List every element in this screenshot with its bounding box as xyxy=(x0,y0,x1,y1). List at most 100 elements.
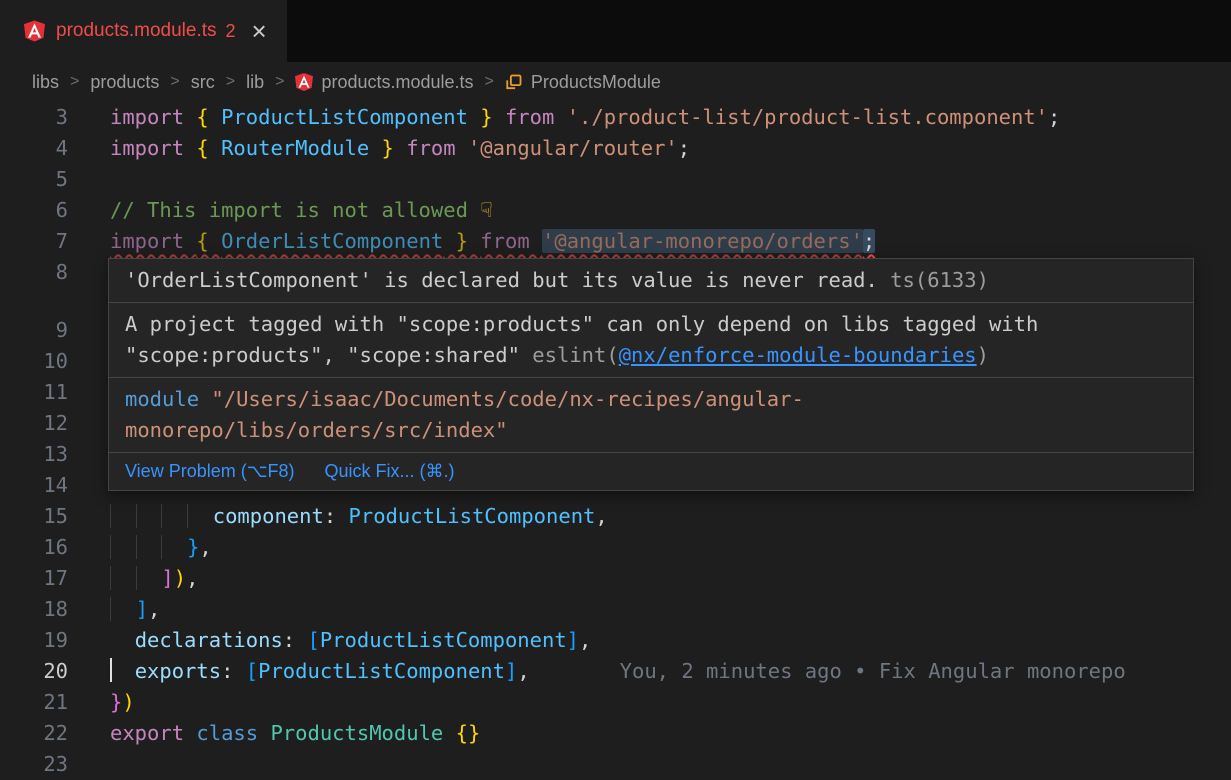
line-number[interactable]: 22 xyxy=(0,718,68,749)
code-line[interactable]: 4import { RouterModule } from '@angular/… xyxy=(0,133,1231,164)
code-line-content xyxy=(68,470,110,501)
code-line-content xyxy=(68,346,110,377)
code-token: } xyxy=(468,105,493,129)
breadcrumb-item-src[interactable]: src xyxy=(191,72,215,93)
code-token xyxy=(136,566,162,590)
line-number[interactable]: 11 xyxy=(0,377,68,408)
line-number[interactable]: 16 xyxy=(0,532,68,563)
code-token: './product-list/product-list.component' xyxy=(567,105,1048,129)
code-line-content xyxy=(68,315,110,346)
code-editor[interactable]: 3import { ProductListComponent } from '.… xyxy=(0,102,1231,780)
code-line-content xyxy=(68,439,110,470)
line-number[interactable]: 3 xyxy=(0,102,68,133)
line-number[interactable]: 15 xyxy=(0,501,68,532)
error-squiggle-range: import { OrderListComponent } from '@ang… xyxy=(110,229,875,253)
code-token xyxy=(394,136,406,160)
code-token: import xyxy=(110,136,196,160)
code-token xyxy=(187,504,213,528)
code-token xyxy=(161,535,187,559)
code-line[interactable]: 22export class ProductsModule {} xyxy=(0,718,1231,749)
code-token xyxy=(161,504,187,528)
code-line[interactable]: 7 import { OrderListComponent } from '@an… xyxy=(0,226,1231,257)
code-line[interactable]: 21}) xyxy=(0,687,1231,718)
code-line-content: export class ProductsModule {} xyxy=(68,718,480,749)
code-line[interactable]: 6// This import is not allowed ☟ xyxy=(0,195,1231,226)
code-line[interactable]: 16 }, xyxy=(0,532,1231,563)
line-number[interactable]: 23 xyxy=(0,749,68,780)
code-token: ; xyxy=(678,136,690,160)
code-line[interactable]: 3import { ProductListComponent } from '.… xyxy=(0,102,1231,133)
code-token: [ xyxy=(307,628,319,652)
line-number[interactable]: 9 xyxy=(0,315,68,346)
line-number[interactable]: 18 xyxy=(0,594,68,625)
breadcrumb-item-products[interactable]: products xyxy=(90,72,159,93)
code-token: OrderListComponent xyxy=(221,229,443,253)
code-token: [ xyxy=(246,659,258,683)
line-number[interactable]: 7 xyxy=(0,226,68,257)
breadcrumb-item-libs[interactable]: libs xyxy=(32,72,59,93)
tab-products-module[interactable]: products.module.ts 2 × xyxy=(0,0,287,62)
code-token: ) xyxy=(174,566,186,590)
code-token: RouterModule xyxy=(221,136,369,160)
code-line-content: declarations: [ProductListComponent], xyxy=(68,625,591,656)
code-token xyxy=(110,535,136,559)
code-line-content xyxy=(68,164,110,195)
line-number[interactable]: 14 xyxy=(0,470,68,501)
eslint-rule-link[interactable]: @nx/enforce-module-boundaries xyxy=(619,343,977,367)
code-token: ProductListComponent xyxy=(349,504,596,528)
code-line-content: component: ProductListComponent, xyxy=(68,501,608,532)
line-number[interactable]: 8 xyxy=(0,257,68,288)
module-info: module "/Users/isaac/Documents/code/nx-r… xyxy=(109,378,1193,453)
code-line[interactable]: 20 exports: [ProductListComponent],You, … xyxy=(0,656,1231,687)
code-token: { xyxy=(196,136,221,160)
view-problem-action[interactable]: View Problem (⌥F8) xyxy=(125,459,294,484)
breadcrumb-separator: > xyxy=(226,73,235,91)
code-token xyxy=(456,136,468,160)
code-line-content: import { RouterModule } from '@angular/r… xyxy=(68,133,690,164)
code-token: ProductListComponent xyxy=(221,105,468,129)
line-number[interactable]: 21 xyxy=(0,687,68,718)
code-token: { xyxy=(196,105,221,129)
line-number[interactable]: 5 xyxy=(0,164,68,195)
close-icon[interactable]: × xyxy=(252,18,267,44)
code-token: ProductListComponent xyxy=(320,628,567,652)
code-token: exports xyxy=(135,659,221,683)
code-token: } xyxy=(369,136,394,160)
line-number[interactable]: 20 xyxy=(0,656,68,687)
line-number[interactable]: 10 xyxy=(0,346,68,377)
code-token: , xyxy=(595,504,607,528)
line-number[interactable]: 19 xyxy=(0,625,68,656)
code-line[interactable]: 18 ], xyxy=(0,594,1231,625)
code-token: : xyxy=(324,504,349,528)
breadcrumb-file-label: products.module.ts xyxy=(321,72,473,93)
eslint-source-suffix: ) xyxy=(977,343,989,367)
hover-actions: View Problem (⌥F8) Quick Fix... (⌘.) xyxy=(109,453,1193,490)
code-token: } xyxy=(110,690,122,714)
eslint-source-prefix: eslint( xyxy=(532,343,618,367)
code-token: ] xyxy=(567,628,579,652)
angular-icon xyxy=(295,73,313,91)
breadcrumb-item-file[interactable]: products.module.ts xyxy=(295,72,473,93)
quick-fix-action[interactable]: Quick Fix... (⌘.) xyxy=(324,459,454,484)
code-line-content: ]), xyxy=(68,563,198,594)
line-number[interactable]: 6 xyxy=(0,195,68,226)
code-line[interactable]: 17 ]), xyxy=(0,563,1231,594)
code-line[interactable]: 15 component: ProductListComponent, xyxy=(0,501,1231,532)
ts-diagnostic-source: ts(6133) xyxy=(878,268,989,292)
breadcrumb-item-lib[interactable]: lib xyxy=(246,72,264,93)
code-line[interactable]: 5 xyxy=(0,164,1231,195)
line-number[interactable]: 12 xyxy=(0,408,68,439)
breadcrumb-separator: > xyxy=(170,73,179,91)
code-line[interactable]: 23 xyxy=(0,749,1231,780)
code-token xyxy=(136,535,162,559)
module-path: "/Users/isaac/Documents/code/nx-recipes/… xyxy=(125,387,804,442)
code-token: { xyxy=(196,229,221,253)
line-number[interactable]: 17 xyxy=(0,563,68,594)
breadcrumb-separator: > xyxy=(275,73,284,91)
code-line[interactable]: 19 declarations: [ProductListComponent], xyxy=(0,625,1231,656)
code-token: } xyxy=(187,535,199,559)
line-number[interactable]: 13 xyxy=(0,439,68,470)
line-number[interactable]: 4 xyxy=(0,133,68,164)
code-token: , xyxy=(579,628,591,652)
breadcrumb-item-symbol[interactable]: ProductsModule xyxy=(505,72,661,93)
